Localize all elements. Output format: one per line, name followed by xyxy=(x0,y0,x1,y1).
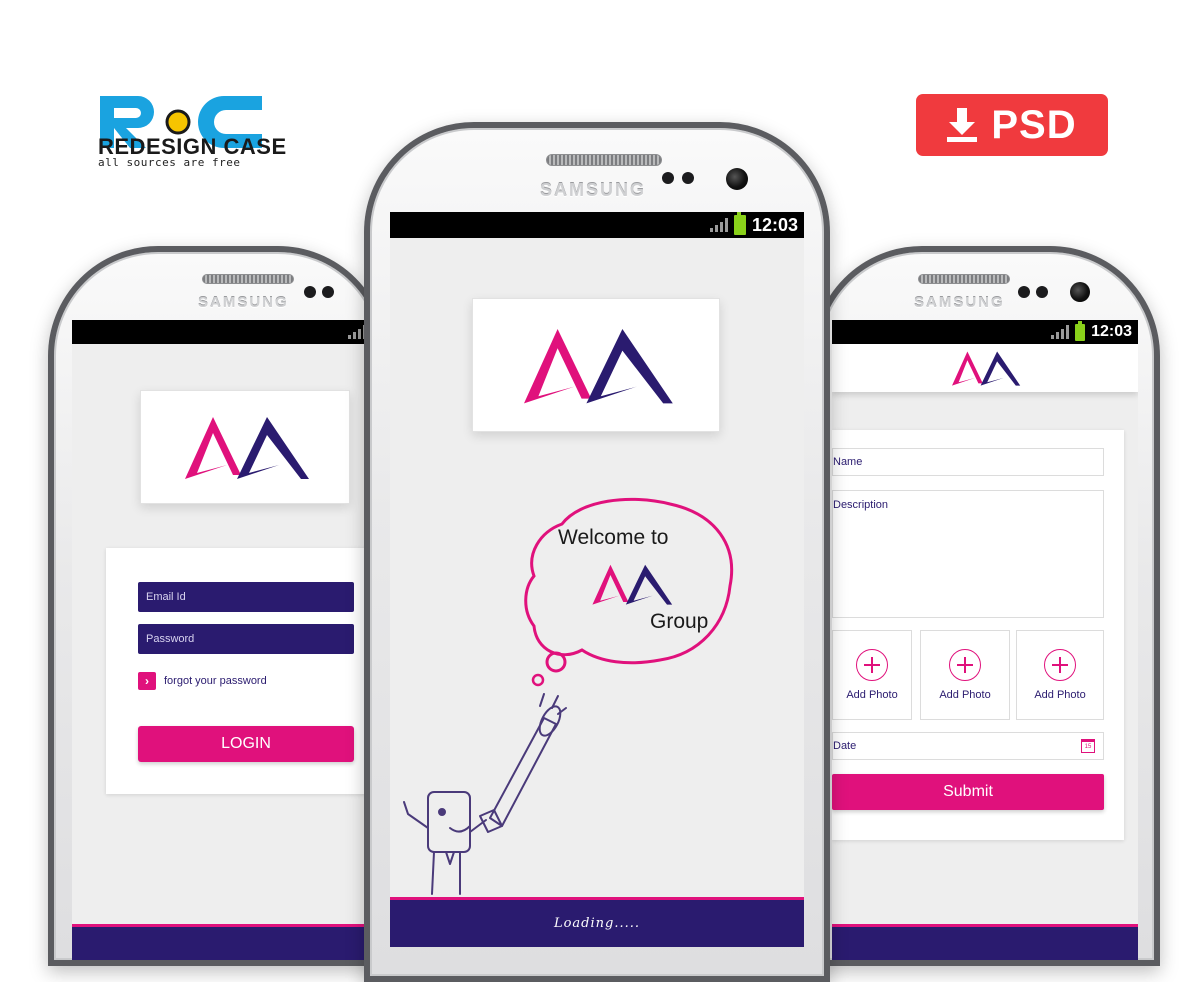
description-placeholder: Description xyxy=(833,499,889,511)
forgot-password-label: forgot your password xyxy=(164,675,267,687)
sensor-dot xyxy=(682,172,694,184)
calendar-day: 15 xyxy=(1084,744,1092,750)
device-brand: SAMSUNG xyxy=(914,294,1005,311)
status-bar: 12:03 xyxy=(832,320,1138,344)
download-icon xyxy=(947,108,978,142)
add-photo-label: Add Photo xyxy=(939,689,991,701)
email-field[interactable]: Email Id xyxy=(138,582,354,612)
password-placeholder: Password xyxy=(146,633,195,645)
status-bar: 12:03 xyxy=(390,212,804,238)
description-field[interactable]: Description xyxy=(832,490,1104,618)
mm-logo xyxy=(185,417,309,479)
bubble-line-group: Group xyxy=(650,610,709,633)
password-field[interactable]: Password xyxy=(138,624,354,654)
submit-label: Submit xyxy=(943,783,993,800)
sensor-dot xyxy=(1018,286,1030,298)
calendar-icon[interactable]: 15 xyxy=(1081,739,1095,753)
psd-label: PSD xyxy=(991,102,1077,147)
front-camera xyxy=(1070,282,1090,302)
phone-login: SAMSUNG Email Id Password › forgot your … xyxy=(48,246,388,966)
date-placeholder: Date xyxy=(833,740,857,752)
signal-icon xyxy=(1051,325,1070,339)
post-form-panel: Name Description Add Photo Add Photo Add… xyxy=(832,430,1124,840)
add-circle-icon xyxy=(949,649,981,681)
speaker-grille xyxy=(202,274,294,284)
battery-icon xyxy=(1075,320,1086,341)
app-logo-card xyxy=(472,298,720,432)
footer-band xyxy=(72,924,372,960)
sensor-dot xyxy=(304,286,316,298)
add-photo-button-1[interactable]: Add Photo xyxy=(832,630,912,720)
speaker-grille xyxy=(546,154,662,166)
email-placeholder: Email Id xyxy=(146,591,186,603)
chevron-right-icon: › xyxy=(138,672,156,690)
signal-icon xyxy=(709,218,728,232)
add-photo-button-3[interactable]: Add Photo xyxy=(1016,630,1104,720)
status-time: 12:03 xyxy=(1091,323,1132,340)
form-screen: 12:03 Name Description Add Photo Add Pho… xyxy=(832,320,1138,960)
footer-band: Loading..... xyxy=(390,897,804,947)
add-photo-button-2[interactable]: Add Photo xyxy=(920,630,1010,720)
name-field[interactable]: Name xyxy=(832,448,1104,476)
sensor-dot xyxy=(322,286,334,298)
phone-form: SAMSUNG 12:03 Name Description Add Photo… xyxy=(812,246,1160,966)
login-label: LOGIN xyxy=(221,735,271,752)
brand-logo-subtitle: all sources are free xyxy=(98,156,241,169)
submit-button[interactable]: Submit xyxy=(832,774,1104,810)
login-screen: Email Id Password › forgot your password… xyxy=(72,320,372,960)
mm-logo xyxy=(524,329,673,404)
mm-logo xyxy=(592,564,673,605)
status-time: 12:03 xyxy=(751,214,798,235)
add-photo-label: Add Photo xyxy=(1034,689,1086,701)
battery-icon xyxy=(733,212,746,235)
header-bar xyxy=(832,344,1138,392)
device-brand: SAMSUNG xyxy=(540,180,647,200)
forgot-password-link[interactable]: › forgot your password xyxy=(138,672,267,690)
sensor-dot xyxy=(662,172,674,184)
name-placeholder: Name xyxy=(833,456,863,468)
add-photo-label: Add Photo xyxy=(846,689,898,701)
app-logo-card xyxy=(140,390,350,504)
add-circle-icon xyxy=(1044,649,1076,681)
add-circle-icon xyxy=(856,649,888,681)
psd-download-button[interactable]: PSD xyxy=(916,94,1108,156)
bubble-line-welcome: Welcome to xyxy=(558,526,669,549)
login-button[interactable]: LOGIN xyxy=(138,726,354,762)
sensor-dot xyxy=(1036,286,1048,298)
splash-screen: 12:03 Welcome to Group Loading..... xyxy=(390,212,804,947)
status-bar xyxy=(72,320,372,344)
date-field[interactable]: Date 15 xyxy=(832,732,1104,760)
device-brand: SAMSUNG xyxy=(198,294,289,311)
mm-logo xyxy=(952,351,1021,386)
footer-band xyxy=(832,924,1138,960)
speaker-grille xyxy=(918,274,1010,284)
front-camera xyxy=(726,168,748,190)
loading-label: Loading..... xyxy=(553,916,641,931)
megaphone-character-illustration xyxy=(403,693,567,895)
login-panel: Email Id Password › forgot your password… xyxy=(106,548,372,794)
phone-splash: SAMSUNG 12:03 Welcome to Group Loading..… xyxy=(364,122,830,982)
